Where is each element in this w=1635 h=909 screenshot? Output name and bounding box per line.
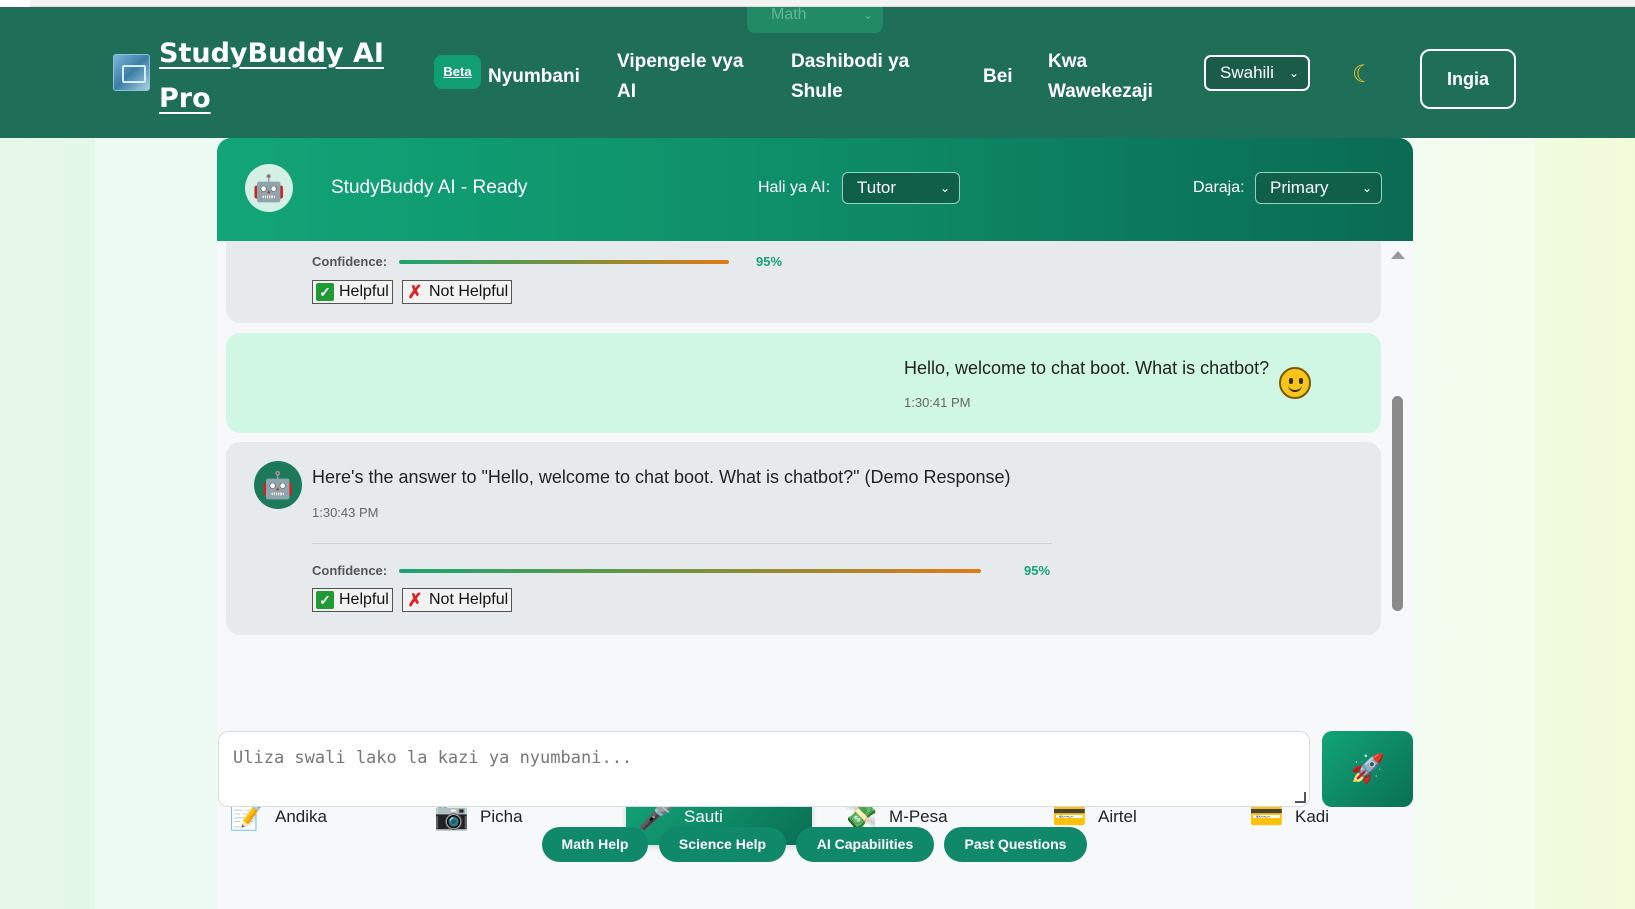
- question-input[interactable]: Uliza swali lako la kazi ya nyumbani...: [218, 731, 1310, 807]
- tab-label: Kadi: [1295, 807, 1330, 826]
- quick-action-science-help[interactable]: Science Help: [659, 827, 786, 862]
- confidence-percent: 95%: [1024, 563, 1051, 578]
- chat-panel: 🤖 StudyBuddy AI - Ready Hali ya AI: Tuto…: [217, 138, 1413, 909]
- helpful-button[interactable]: ✓ Helpful: [312, 588, 393, 612]
- subject-select-value: Math: [771, 6, 807, 23]
- quick-action-past-questions[interactable]: Past Questions: [944, 827, 1087, 862]
- message-timestamp: 1:30:41 PM: [904, 395, 971, 410]
- confidence-bar: [399, 569, 981, 573]
- not-helpful-button[interactable]: ✗ Not Helpful: [402, 588, 512, 612]
- logo-image: [113, 54, 150, 91]
- scroll-up-arrow-icon[interactable]: [1391, 251, 1405, 259]
- beta-badge: Beta: [434, 55, 481, 89]
- helpful-label: Helpful: [339, 283, 389, 300]
- nav-item-home[interactable]: Nyumbani: [488, 62, 580, 92]
- bot-message: Confidence: 95% ✓ Helpful ✗ Not Helpful: [226, 241, 1381, 323]
- tab-label: M-Pesa: [889, 807, 948, 826]
- chevron-down-icon: ⌄: [1361, 181, 1372, 195]
- confidence-percent: 95%: [756, 254, 783, 269]
- ai-mode-select[interactable]: Tutor ⌄: [842, 172, 960, 204]
- check-icon: ✓: [316, 591, 334, 609]
- message-divider: [312, 543, 1052, 544]
- tab-label: Sauti: [684, 807, 723, 826]
- chevron-down-icon: ⌄: [1288, 66, 1299, 80]
- question-input-placeholder: Uliza swali lako la kazi ya nyumbani...: [233, 748, 633, 768]
- not-helpful-label: Not Helpful: [429, 591, 509, 608]
- message-timestamp: 1:30:43 PM: [312, 505, 379, 520]
- tab-label: Andika: [275, 807, 327, 826]
- subject-select[interactable]: Math ⌄: [747, 7, 883, 33]
- chevron-down-icon: ⌄: [862, 8, 873, 22]
- resize-handle-icon[interactable]: [1295, 792, 1306, 803]
- level-value: Primary: [1270, 178, 1329, 197]
- robot-avatar-icon: 🤖: [254, 461, 302, 509]
- quick-action-math-help[interactable]: Math Help: [542, 827, 648, 862]
- nav-item-school-dashboard[interactable]: Dashibodi ya Shule: [791, 47, 931, 107]
- tab-label: Picha: [480, 807, 523, 826]
- bot-message-text: Here's the answer to "Hello, welcome to …: [312, 467, 1011, 487]
- not-helpful-label: Not Helpful: [429, 283, 509, 300]
- language-value: Swahili: [1220, 63, 1274, 82]
- cross-icon: ✗: [407, 590, 423, 610]
- level-select[interactable]: Primary ⌄: [1255, 172, 1382, 204]
- browser-top-strip: [0, 0, 1635, 7]
- scroll-thumb[interactable]: [1392, 396, 1403, 611]
- confidence-label: Confidence:: [312, 254, 388, 269]
- ai-mode-label: Hali ya AI:: [758, 179, 831, 196]
- level-label: Daraja:: [1193, 179, 1245, 196]
- chat-status-title: StudyBuddy AI - Ready: [331, 177, 528, 198]
- not-helpful-button[interactable]: ✗ Not Helpful: [402, 280, 512, 304]
- send-button[interactable]: 🚀: [1322, 731, 1413, 807]
- chevron-down-icon: ⌄: [939, 181, 950, 195]
- site-header: Math ⌄ StudyBuddy AI Pro Beta Nyumbani Vi…: [0, 7, 1635, 138]
- rocket-icon: 🚀: [1350, 753, 1385, 784]
- nav-item-pricing[interactable]: Bei: [983, 62, 1013, 92]
- confidence-label: Confidence:: [312, 563, 388, 578]
- user-message: Hello, welcome to chat boot. What is cha…: [226, 333, 1381, 433]
- brand-title[interactable]: StudyBuddy AI Pro: [159, 31, 399, 121]
- ai-mode-value: Tutor: [857, 178, 897, 197]
- bot-message: 🤖 Here's the answer to "Hello, welcome t…: [226, 442, 1381, 635]
- confidence-bar: [399, 260, 729, 264]
- robot-avatar-icon: 🤖: [245, 164, 293, 212]
- user-message-text: Hello, welcome to chat boot. What is cha…: [904, 358, 1270, 378]
- nav-item-ai-features[interactable]: Vipengele vya AI: [617, 47, 757, 107]
- tab-label: Airtel: [1098, 807, 1137, 826]
- check-icon: ✓: [316, 283, 334, 301]
- message-scrollbar[interactable]: [1387, 241, 1407, 778]
- helpful-button[interactable]: ✓ Helpful: [312, 280, 393, 304]
- moon-icon[interactable]: ☾: [1352, 62, 1374, 88]
- smiley-icon: [1279, 367, 1311, 399]
- quick-action-ai-capabilities[interactable]: AI Capabilities: [796, 827, 934, 862]
- nav-item-investors[interactable]: Kwa Wawekezaji: [1048, 47, 1168, 107]
- language-select[interactable]: Swahili ⌄: [1204, 55, 1310, 91]
- chat-header: 🤖 StudyBuddy AI - Ready Hali ya AI: Tuto…: [217, 138, 1413, 241]
- cross-icon: ✗: [407, 282, 423, 302]
- message-list[interactable]: Confidence: 95% ✓ Helpful ✗ Not Helpful He…: [217, 241, 1413, 778]
- login-button[interactable]: Ingia: [1420, 49, 1516, 109]
- helpful-label: Helpful: [339, 591, 389, 608]
